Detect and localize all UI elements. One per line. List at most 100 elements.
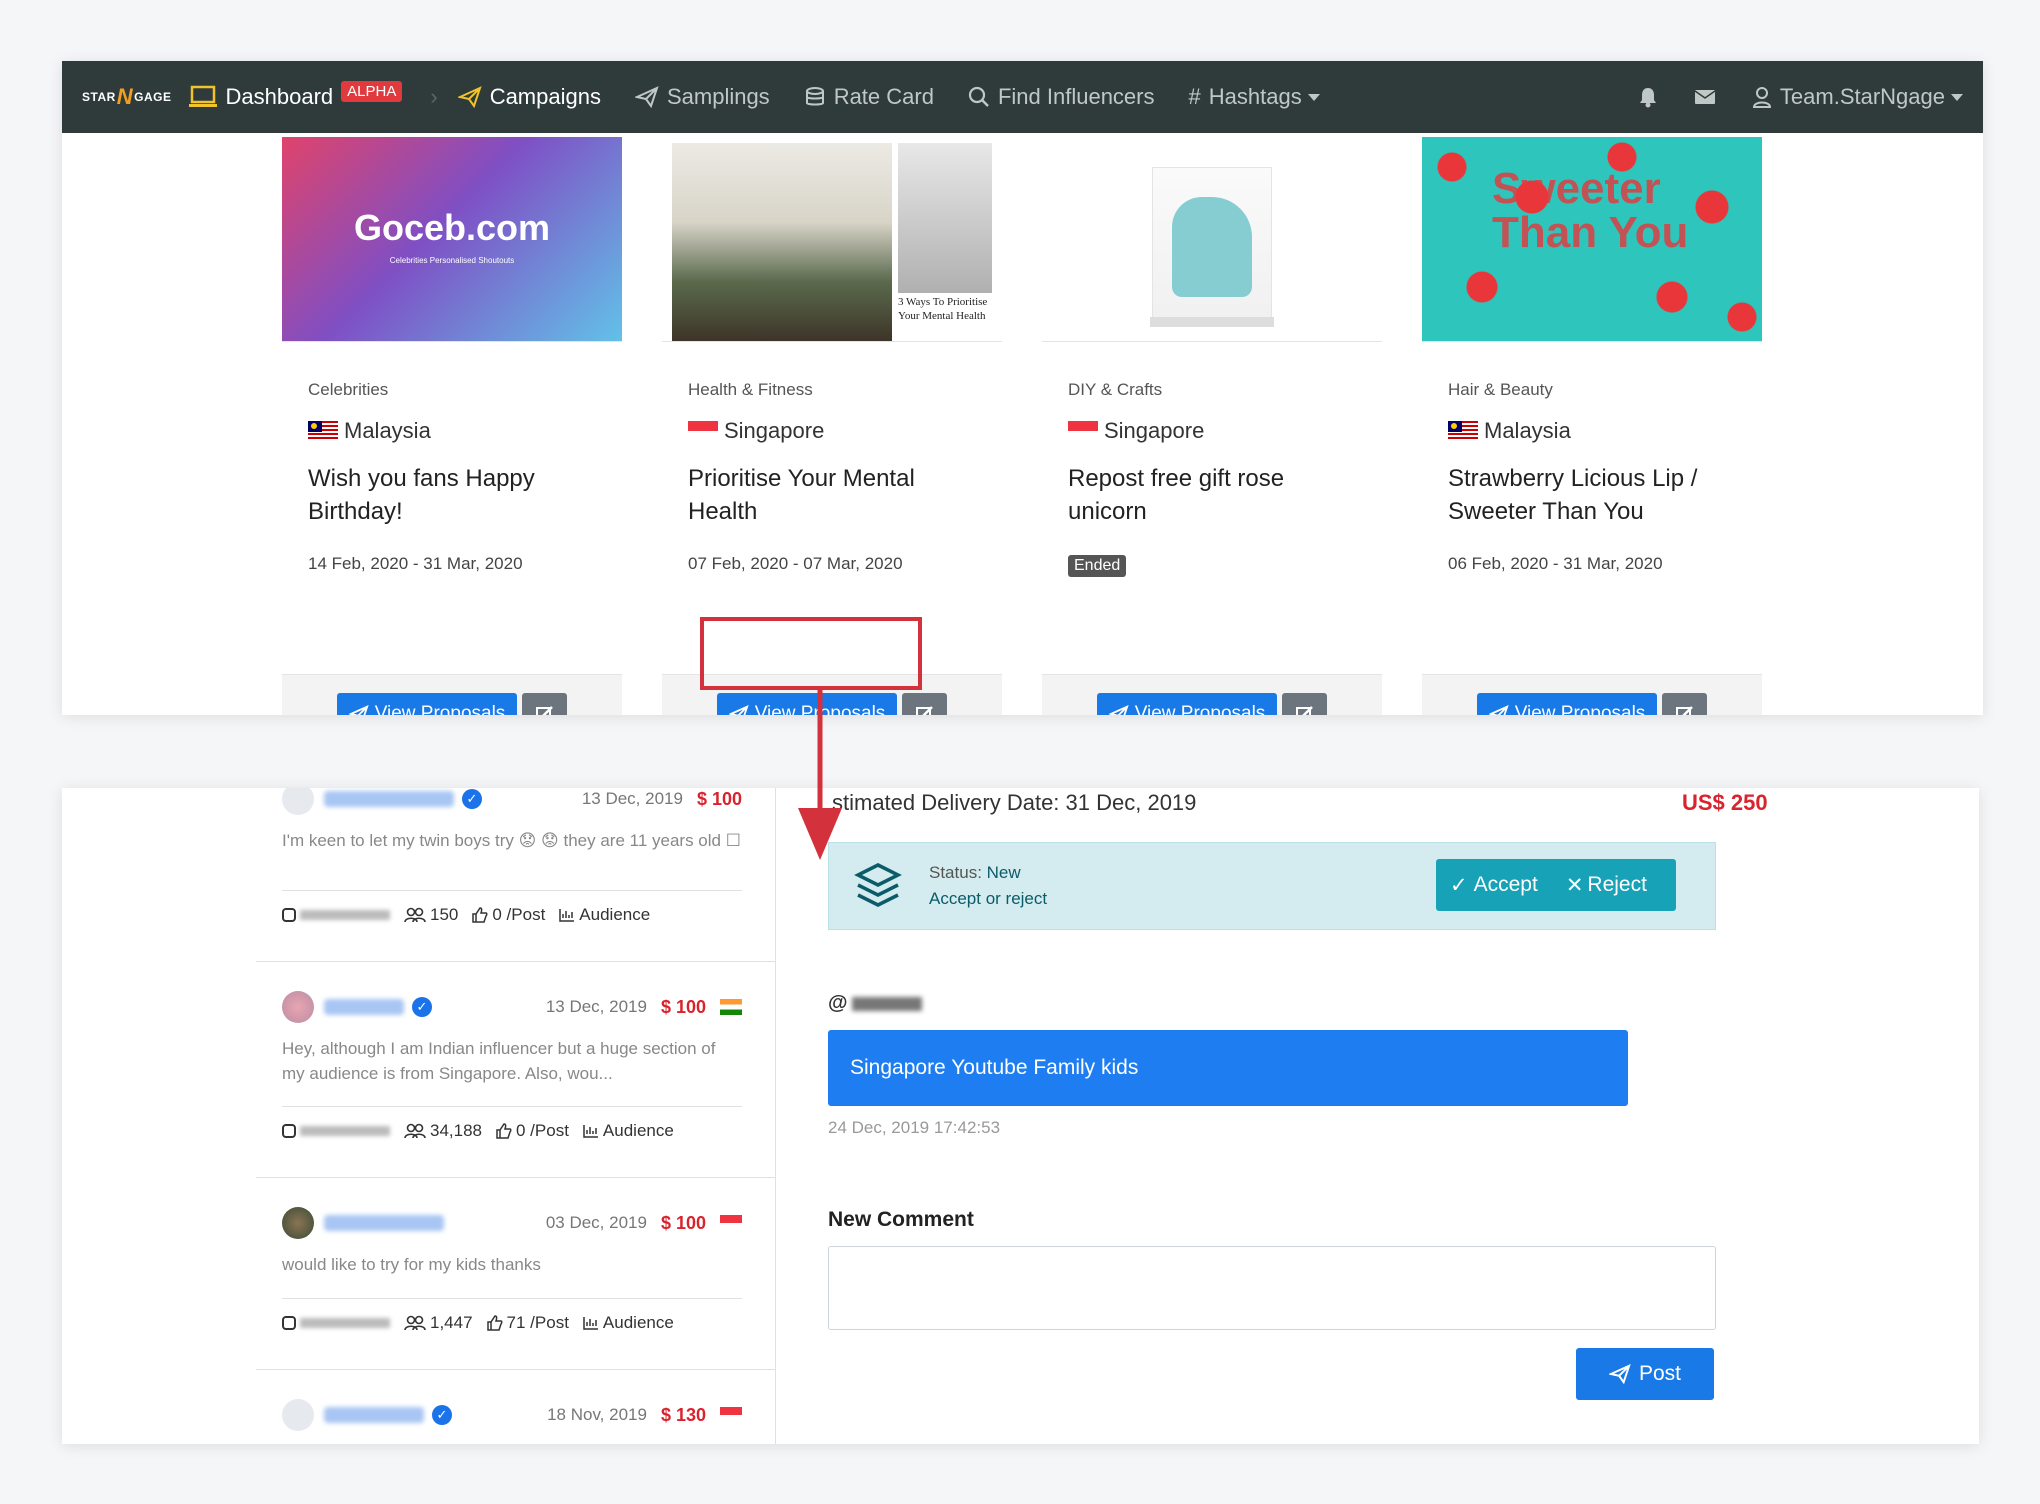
campaign-card-body: DIY & Crafts Singapore Repost free gift … xyxy=(1042,341,1382,715)
campaign-title[interactable]: Prioritise Your Mental Health xyxy=(688,462,988,528)
thumbs-up-icon xyxy=(496,1123,512,1139)
proposal-date: 13 Dec, 2019 xyxy=(581,789,683,808)
campaign-image[interactable]: Sweeter Than You xyxy=(1422,137,1762,341)
campaign-image[interactable]: Goceb.com Celebrities Personalised Shout… xyxy=(282,137,622,341)
edit-campaign-button[interactable] xyxy=(1282,693,1327,715)
paper-plane-icon xyxy=(728,705,749,715)
singapore-flag-icon xyxy=(688,421,718,441)
message-timestamp: 24 Dec, 2019 17:42:53 xyxy=(828,1118,1001,1137)
bar-chart-icon xyxy=(583,1125,598,1138)
edit-campaign-button[interactable] xyxy=(902,693,947,715)
proposal-item[interactable]: ✓ 18 Nov, 2019 $ 130 xyxy=(256,1370,776,1444)
nav-campaigns-label: Campaigns xyxy=(489,84,601,109)
engagement-rate: 71 /Post xyxy=(486,1313,569,1333)
hash-icon: # xyxy=(1188,84,1201,109)
accept-button[interactable]: ✓ Accept xyxy=(1436,873,1552,898)
proposal-date: 03 Dec, 2019 xyxy=(545,1213,647,1232)
user-icon xyxy=(1752,87,1771,108)
proposal-detail: stimated Delivery Date: 31 Dec, 2019 US$… xyxy=(822,788,1822,1444)
campaign-country-label: Singapore xyxy=(724,418,825,443)
edit-icon xyxy=(1675,706,1693,715)
plant-shop-photo xyxy=(672,143,892,341)
view-proposals-button[interactable]: View Proposals xyxy=(1477,693,1657,715)
influencer-name[interactable] xyxy=(324,999,404,1015)
message-bubble: Singapore Youtube Family kids xyxy=(828,1030,1628,1106)
highlight-box xyxy=(700,617,922,690)
nav-dashboard-label: Dashboard xyxy=(225,84,334,109)
campaign-image-title: Sweeter Than You xyxy=(1492,164,1689,257)
campaign-category: Hair & Beauty xyxy=(1448,380,1553,399)
edit-campaign-button[interactable] xyxy=(1662,693,1707,715)
messages-button[interactable] xyxy=(1694,88,1724,106)
proposal-item[interactable]: ✓ 13 Dec, 2019 $ 100 I'm keen to let my … xyxy=(256,788,776,962)
envelope-icon xyxy=(1694,90,1716,104)
proposal-total: US$ 250 xyxy=(1682,790,1768,815)
proposal-price: $ 100 xyxy=(660,1212,706,1233)
influencer-name[interactable] xyxy=(324,1215,444,1231)
users-icon xyxy=(404,907,426,923)
brand-logo[interactable]: STAR N GAGE xyxy=(82,84,172,110)
followers-value: 1,447 xyxy=(430,1313,473,1332)
new-comment-textarea[interactable] xyxy=(828,1246,1716,1330)
campaigns-panel: STAR N GAGE Dashboard ALPHA › Campaigns Sa… xyxy=(62,61,1983,715)
campaign-image-subtitle: Celebrities Personalised Shoutouts xyxy=(389,256,515,265)
influencer-name[interactable] xyxy=(324,1407,424,1423)
view-proposals-button[interactable]: View Proposals xyxy=(1097,693,1277,715)
singapore-flag-icon xyxy=(720,1215,742,1231)
reject-button[interactable]: ✕ Reject xyxy=(1552,873,1661,898)
campaign-country-label: Malaysia xyxy=(1484,418,1571,443)
nav-find-influencers[interactable]: Find Influencers xyxy=(968,84,1155,110)
campaign-date: 14 Feb, 2020 - 31 Mar, 2020 xyxy=(308,554,523,573)
campaign-card-footer: View Proposals xyxy=(1042,674,1382,715)
india-flag-icon xyxy=(720,999,742,1015)
campaign-cards: Goceb.com Celebrities Personalised Shout… xyxy=(282,137,1782,715)
nav-dashboard[interactable]: Dashboard ALPHA xyxy=(188,80,403,110)
instagram-handle xyxy=(300,910,390,920)
audience-link[interactable]: Audience xyxy=(583,1121,674,1141)
navbar: STAR N GAGE Dashboard ALPHA › Campaigns Sa… xyxy=(62,61,1983,133)
brand-text-mid: N xyxy=(116,84,134,109)
campaign-image[interactable]: 3 Ways To Prioritise Your Mental Health xyxy=(662,137,1002,341)
handle-prefix: @ xyxy=(828,992,848,1014)
campaign-title[interactable]: Wish you fans Happy Birthday! xyxy=(308,462,608,528)
proposal-header: ✓ 18 Nov, 2019 $ 130 xyxy=(282,1399,742,1431)
proposals-list: ✓ 13 Dec, 2019 $ 100 I'm keen to let my … xyxy=(256,788,776,1444)
followers-value: 34,188 xyxy=(430,1121,482,1140)
nav-campaigns[interactable]: Campaigns xyxy=(457,84,601,110)
reject-label: Reject xyxy=(1587,873,1647,896)
campaign-image[interactable] xyxy=(1042,137,1382,341)
brand-text-right: GAGE xyxy=(134,90,172,104)
engagement-value: 0 /Post xyxy=(516,1121,569,1140)
influencer-name[interactable] xyxy=(324,791,454,807)
post-button[interactable]: Post xyxy=(1576,1348,1714,1400)
edit-campaign-button[interactable] xyxy=(522,693,567,715)
user-menu-dropdown[interactable]: Team.StarNgage xyxy=(1752,84,1963,110)
view-proposals-button[interactable]: View Proposals xyxy=(337,693,517,715)
status-value: New xyxy=(986,863,1021,882)
nav-samplings[interactable]: Samplings xyxy=(634,84,770,110)
database-icon xyxy=(805,87,824,106)
proposal-item[interactable]: 03 Dec, 2019 $ 100 would like to try for… xyxy=(256,1178,776,1370)
message-author: @ xyxy=(828,992,922,1015)
proposal-item[interactable]: ✓ 13 Dec, 2019 $ 100 Hey, although I am … xyxy=(256,962,776,1178)
audience-link[interactable]: Audience xyxy=(559,905,650,925)
post-label: Post xyxy=(1638,1362,1682,1385)
campaign-title[interactable]: Strawberry Licious Lip / Sweeter Than Yo… xyxy=(1448,462,1748,528)
audience-link[interactable]: Audience xyxy=(583,1313,674,1333)
view-proposals-label: View Proposals xyxy=(374,703,506,715)
campaign-title[interactable]: Repost free gift rose unicorn xyxy=(1068,462,1368,528)
notifications-button[interactable] xyxy=(1638,86,1666,108)
status-line: Status: New xyxy=(929,863,1021,883)
nav-rate-card[interactable]: Rate Card xyxy=(804,84,934,110)
nav-hashtags-dropdown[interactable]: # Hashtags xyxy=(1189,84,1320,110)
paper-plane-icon xyxy=(348,705,369,715)
close-icon: ✕ xyxy=(1565,873,1584,897)
bar-chart-icon xyxy=(583,1317,598,1330)
proposal-message: Hey, although I am Indian influencer but… xyxy=(282,1039,716,1083)
campaign-country: Singapore xyxy=(1068,418,1204,444)
instagram-handle xyxy=(300,1318,390,1328)
campaign-card: Sweeter Than You Hair & Beauty Malaysia … xyxy=(1422,137,1762,715)
campaign-category: DIY & Crafts xyxy=(1068,380,1163,399)
campaign-country: Malaysia xyxy=(308,418,431,444)
edit-icon xyxy=(915,706,933,715)
